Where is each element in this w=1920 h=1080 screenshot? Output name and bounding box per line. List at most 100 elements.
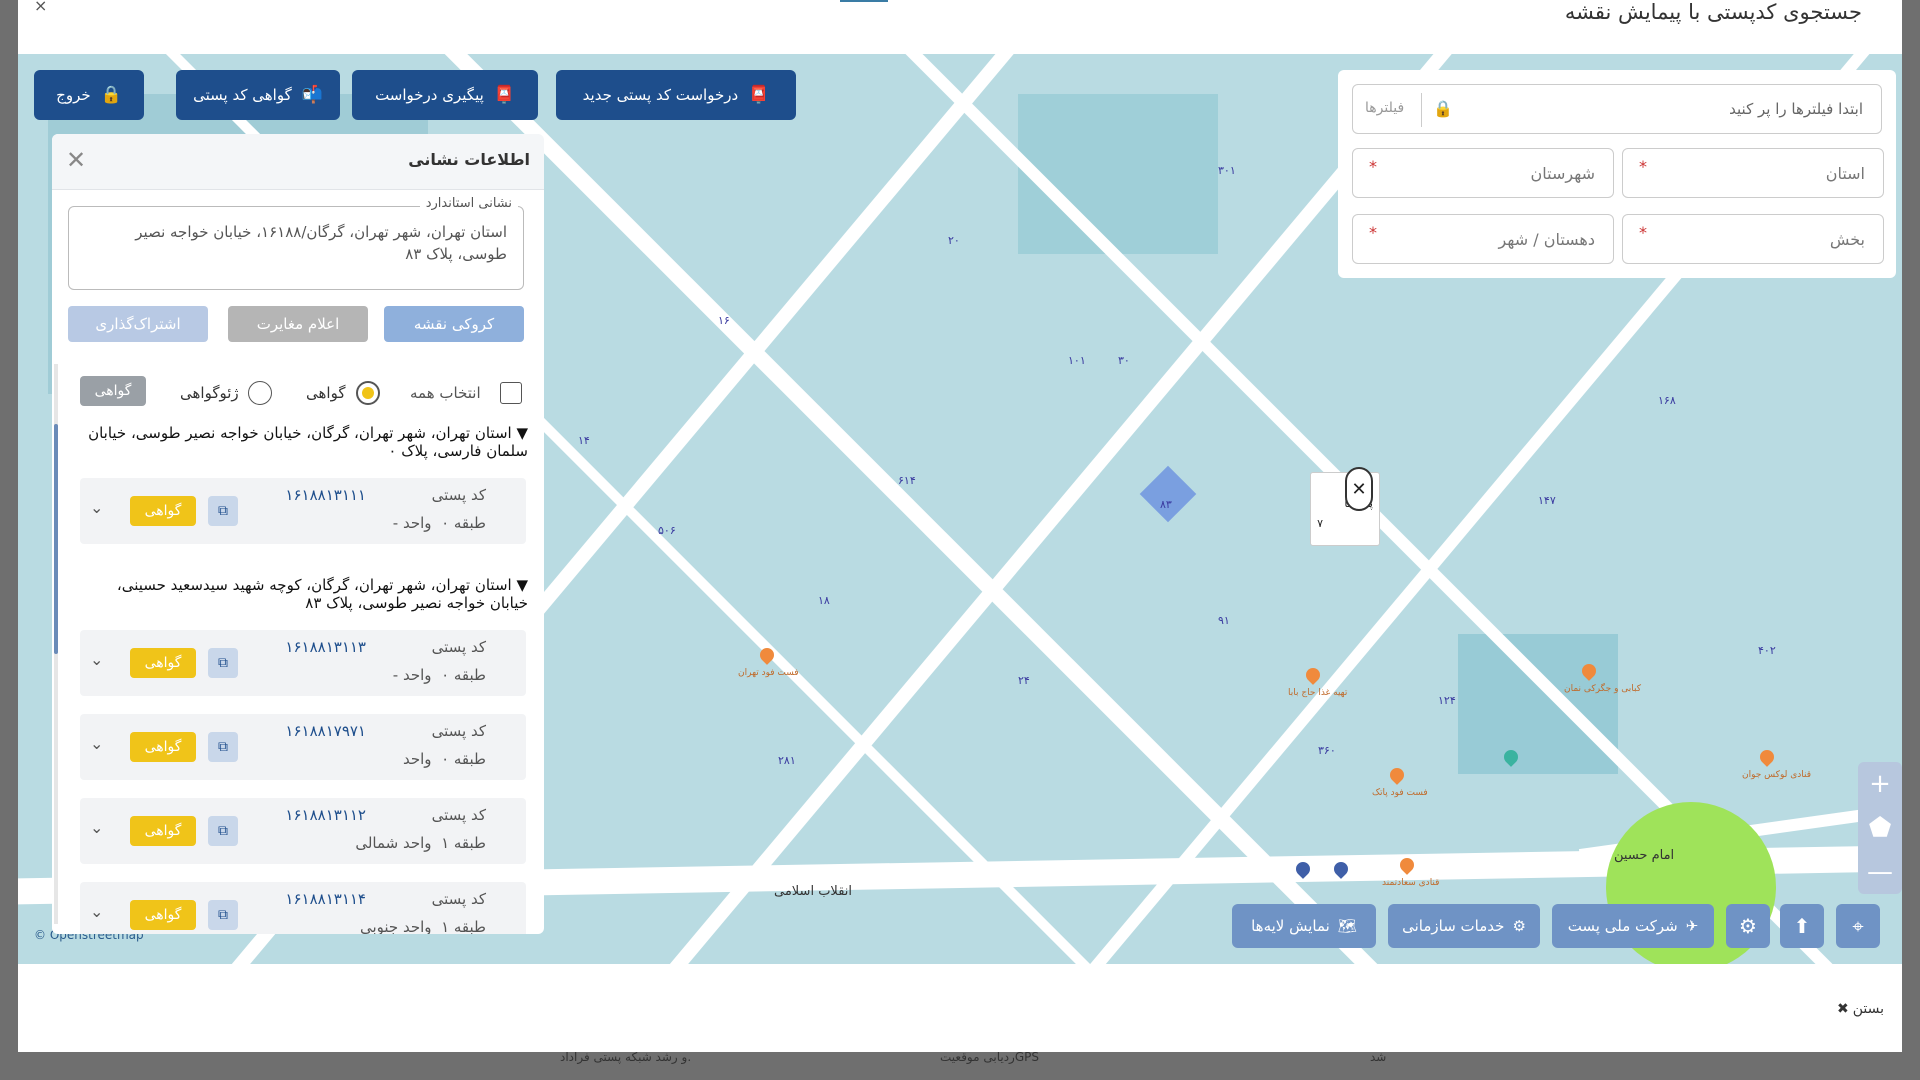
parcel-number: ۳۰۱ bbox=[1218, 164, 1236, 177]
close-label: بستن bbox=[1852, 1001, 1884, 1017]
poi-label: قنادی سعادتمند bbox=[1382, 878, 1440, 888]
street-name: امام حسین bbox=[1614, 848, 1675, 863]
chevron-down-icon[interactable]: ⌄ bbox=[90, 818, 103, 837]
settings-gear-icon[interactable]: ⚙ bbox=[1726, 904, 1770, 948]
chevron-down-icon[interactable]: ⌄ bbox=[90, 734, 103, 753]
copy-icon[interactable]: ⧉ bbox=[208, 648, 238, 678]
close-button[interactable]: بستن ✖ bbox=[1833, 994, 1888, 1024]
lock-icon: 🔒 bbox=[100, 85, 122, 105]
plate-popup[interactable]: پلاک‌ها ۷ ✕ bbox=[1310, 467, 1380, 546]
postal-certificate-button[interactable]: 📬 گواهی کد پستی bbox=[176, 70, 340, 120]
floor-unit-text: طبقه ۱ واحد جنوبی bbox=[359, 918, 486, 934]
county-select[interactable]: شهرستان * bbox=[1352, 148, 1614, 198]
chevron-down-icon[interactable]: ⌄ bbox=[90, 650, 103, 669]
report-mismatch-button[interactable]: اعلام مغایرت bbox=[228, 306, 368, 342]
certificate-button[interactable]: گواهی bbox=[130, 496, 196, 526]
copy-icon[interactable]: ⧉ bbox=[208, 816, 238, 846]
zoom-out-icon[interactable]: — bbox=[1858, 850, 1902, 894]
logout-button[interactable]: 🔒 خروج bbox=[34, 70, 144, 120]
chevron-down-icon[interactable]: ⌄ bbox=[90, 498, 103, 517]
select-all-checkbox[interactable] bbox=[500, 382, 522, 404]
poi-marker-icon[interactable] bbox=[1757, 747, 1777, 767]
certificate-radio[interactable] bbox=[356, 381, 380, 405]
new-postal-code-request-label: درخواست کد پستی جدید bbox=[582, 86, 739, 104]
plate-number: ۷ bbox=[1317, 517, 1323, 530]
mailbox-icon: 📮 bbox=[493, 85, 515, 105]
filters-label[interactable]: فیلترها bbox=[1365, 100, 1404, 116]
certificate-button[interactable]: گواهی bbox=[130, 648, 196, 678]
postal-code-card: کد پستی ۱۶۱۸۸۱۷۹۷۱ طبقه ۰ واحد ⧉ گواهی ⌄ bbox=[80, 714, 526, 780]
certificate-button[interactable]: گواهی bbox=[130, 732, 196, 762]
new-postal-code-request-button[interactable]: 📮 درخواست کد پستی جدید bbox=[556, 70, 796, 120]
close-icon[interactable]: ✕ bbox=[1345, 467, 1373, 511]
postal-code-search-modal: × جستجوی کدپستی با پیمایش نقشه انقلاب اس… bbox=[18, 0, 1902, 1052]
zoom-controls: + ⬟ — bbox=[1858, 762, 1902, 894]
postal-code-card: کد پستی ۱۶۱۸۸۱۳۱۱۴ طبقه ۱ واحد جنوبی ⧉ گ… bbox=[80, 882, 526, 934]
search-input[interactable]: ابتدا فیلترها را پر کنید 🔒 فیلترها bbox=[1352, 84, 1882, 134]
backdrop-text: شد bbox=[1370, 1050, 1387, 1064]
address-group-title[interactable]: ▼ استان تهران، شهر تهران، گرگان، کوچه شه… bbox=[88, 576, 528, 612]
map-block bbox=[1018, 94, 1218, 254]
address-group-title[interactable]: ▼ استان تهران، شهر تهران، گرگان، خیابان … bbox=[88, 424, 528, 460]
required-mark: * bbox=[1369, 157, 1377, 176]
certificate-button[interactable]: گواهی bbox=[80, 376, 146, 406]
track-request-button[interactable]: 📮 پیگیری درخواست bbox=[352, 70, 538, 120]
compass-icon[interactable]: ⬆ bbox=[1780, 904, 1824, 948]
parcel-number: ۳۶۰ bbox=[1318, 744, 1336, 757]
copy-icon[interactable]: ⧉ bbox=[208, 900, 238, 930]
poi-label: تهیه غذا حاج بابا bbox=[1288, 688, 1348, 698]
parcel-number: ۱۰۱ bbox=[1068, 354, 1086, 367]
poi-label: کبابی و جگرکی نمان bbox=[1564, 684, 1642, 694]
poi-marker-icon[interactable] bbox=[1387, 765, 1407, 785]
certificate-radio-label: گواهی bbox=[306, 384, 346, 402]
parcel-number: ۱۴۷ bbox=[1538, 494, 1556, 507]
panel-header: اطلاعات نشانی ✕ bbox=[52, 134, 544, 190]
backdrop-text: و رشد شبکه پستی فراداد. bbox=[560, 1050, 692, 1064]
parcel-number: ۴۰۲ bbox=[1758, 644, 1776, 657]
national-post-button[interactable]: ✈ شرکت ملی پست bbox=[1552, 904, 1714, 948]
postal-certificate-label: گواهی کد پستی bbox=[193, 86, 292, 104]
province-select[interactable]: استان * bbox=[1622, 148, 1884, 198]
parcel-number: ۱۶ bbox=[718, 314, 730, 327]
copy-icon[interactable]: ⧉ bbox=[208, 732, 238, 762]
postal-code-card: کد پستی ۱۶۱۸۸۱۳۱۱۲ طبقه ۱ واحد شمالی ⧉ گ… bbox=[80, 798, 526, 864]
parcel-number: ۱۴ bbox=[578, 434, 590, 447]
poi-marker-icon[interactable] bbox=[1303, 665, 1323, 685]
logout-label: خروج bbox=[56, 86, 91, 104]
scrollbar-thumb[interactable] bbox=[54, 424, 58, 654]
national-post-label: شرکت ملی پست bbox=[1567, 917, 1678, 935]
backdrop-text: ردیابی موقعیتGPS bbox=[940, 1050, 1040, 1064]
certificate-button[interactable]: گواهی bbox=[130, 900, 196, 930]
map-icon: 🗺 bbox=[1337, 917, 1357, 935]
show-layers-button[interactable]: 🗺 نمایش لایه‌ها bbox=[1232, 904, 1376, 948]
zoom-in-icon[interactable]: + bbox=[1858, 762, 1902, 806]
postal-code-value: ۱۶۱۸۸۱۳۱۱۴ bbox=[285, 890, 366, 908]
standard-address-field[interactable]: استان تهران، شهر تهران، گرگان/۱۶۱۸۸، خیا… bbox=[68, 206, 524, 290]
title-underline bbox=[840, 0, 888, 2]
parcel-number: ۱۸ bbox=[818, 594, 830, 607]
rural-city-select[interactable]: دهستان / شهر * bbox=[1352, 214, 1614, 264]
iran-map-icon[interactable]: ⬟ bbox=[1858, 806, 1902, 850]
track-request-label: پیگیری درخواست bbox=[375, 86, 484, 104]
parcel-number: ۲۸۱ bbox=[778, 754, 796, 767]
poi-label: فست فود پاتک bbox=[1372, 788, 1428, 798]
geo-certificate-radio[interactable] bbox=[248, 381, 272, 405]
copy-icon[interactable]: ⧉ bbox=[208, 496, 238, 526]
map-sketch-button[interactable]: کروکی نقشه bbox=[384, 306, 524, 342]
certificate-button[interactable]: گواهی bbox=[130, 816, 196, 846]
street-name: انقلاب اسلامی bbox=[774, 884, 852, 899]
chevron-down-icon[interactable]: ⌄ bbox=[90, 902, 103, 921]
rural-city-label: دهستان / شهر bbox=[1498, 230, 1595, 249]
modal-close-icon[interactable]: × bbox=[34, 0, 47, 15]
close-icon[interactable]: ✕ bbox=[66, 146, 86, 174]
divider bbox=[1421, 93, 1422, 127]
panel-title: اطلاعات نشانی bbox=[408, 150, 530, 169]
org-services-button[interactable]: ⚙ خدمات سازمانی bbox=[1388, 904, 1540, 948]
share-button[interactable]: اشتراک‌گذاری bbox=[68, 306, 208, 342]
parcel-number: ۱۲۴ bbox=[1438, 694, 1456, 707]
locate-icon[interactable]: ⌖ bbox=[1836, 904, 1880, 948]
parcel-number: ۵۰۶ bbox=[658, 524, 676, 537]
mailbox-plus-icon: 📮 bbox=[748, 85, 770, 105]
district-select[interactable]: بخش * bbox=[1622, 214, 1884, 264]
postal-code-value: ۱۶۱۸۸۱۳۱۱۲ bbox=[285, 806, 366, 824]
